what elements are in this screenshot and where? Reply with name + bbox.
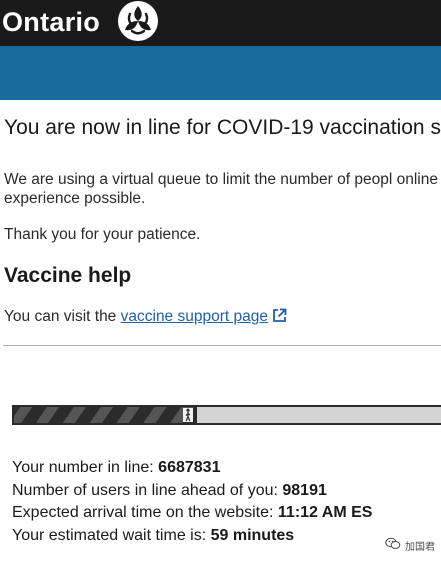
vaccine-help-heading: Vaccine help (4, 264, 132, 287)
arrival-time-row: Expected arrival time on the website: 11… (12, 502, 441, 525)
site-header: Ontario (0, 0, 441, 46)
queue-number-value: 6687831 (158, 459, 221, 476)
help-prefix-text: You can visit the (4, 308, 121, 325)
trillium-logo-icon[interactable] (118, 1, 158, 41)
thanks-text: Thank you for your patience. (4, 226, 201, 243)
users-ahead-row: Number of users in line ahead of you: 98… (12, 480, 441, 503)
wechat-account-icon (385, 537, 401, 553)
section-divider (3, 345, 441, 346)
queue-intro-text: We are using a virtual queue to limit th… (4, 171, 438, 207)
walking-person-icon (183, 408, 193, 422)
ontario-brand[interactable]: Ontario (2, 3, 100, 41)
queue-stats: Your number in line: 6687831 Number of u… (12, 457, 441, 547)
queue-number-row: Your number in line: 6687831 (12, 457, 441, 480)
page-title: You are now in line for COVID-19 vaccina… (4, 116, 441, 139)
arrival-time-value: 11:12 AM ES (277, 504, 373, 521)
header-band (0, 46, 441, 100)
queue-progress-bar (12, 405, 441, 425)
queue-number-label: Your number in line: (12, 459, 159, 476)
watermark: 加国君 (385, 537, 435, 553)
queue-progress-fill (14, 407, 197, 423)
wait-time-row: Your estimated wait time is: 59 minutes (12, 525, 441, 548)
watermark-text: 加国君 (405, 541, 435, 553)
arrival-time-label: Expected arrival time on the website: (12, 504, 278, 521)
external-link-icon[interactable] (272, 308, 287, 323)
wait-time-label: Your estimated wait time is: (12, 526, 211, 544)
users-ahead-label: Number of users in line ahead of you: (12, 481, 283, 499)
users-ahead-value: 98191 (282, 481, 327, 499)
wait-time-value: 59 minutes (210, 526, 295, 544)
vaccine-help-text: You can visit the vaccine support page (4, 308, 287, 326)
vaccine-support-link[interactable]: vaccine support page (121, 308, 268, 325)
